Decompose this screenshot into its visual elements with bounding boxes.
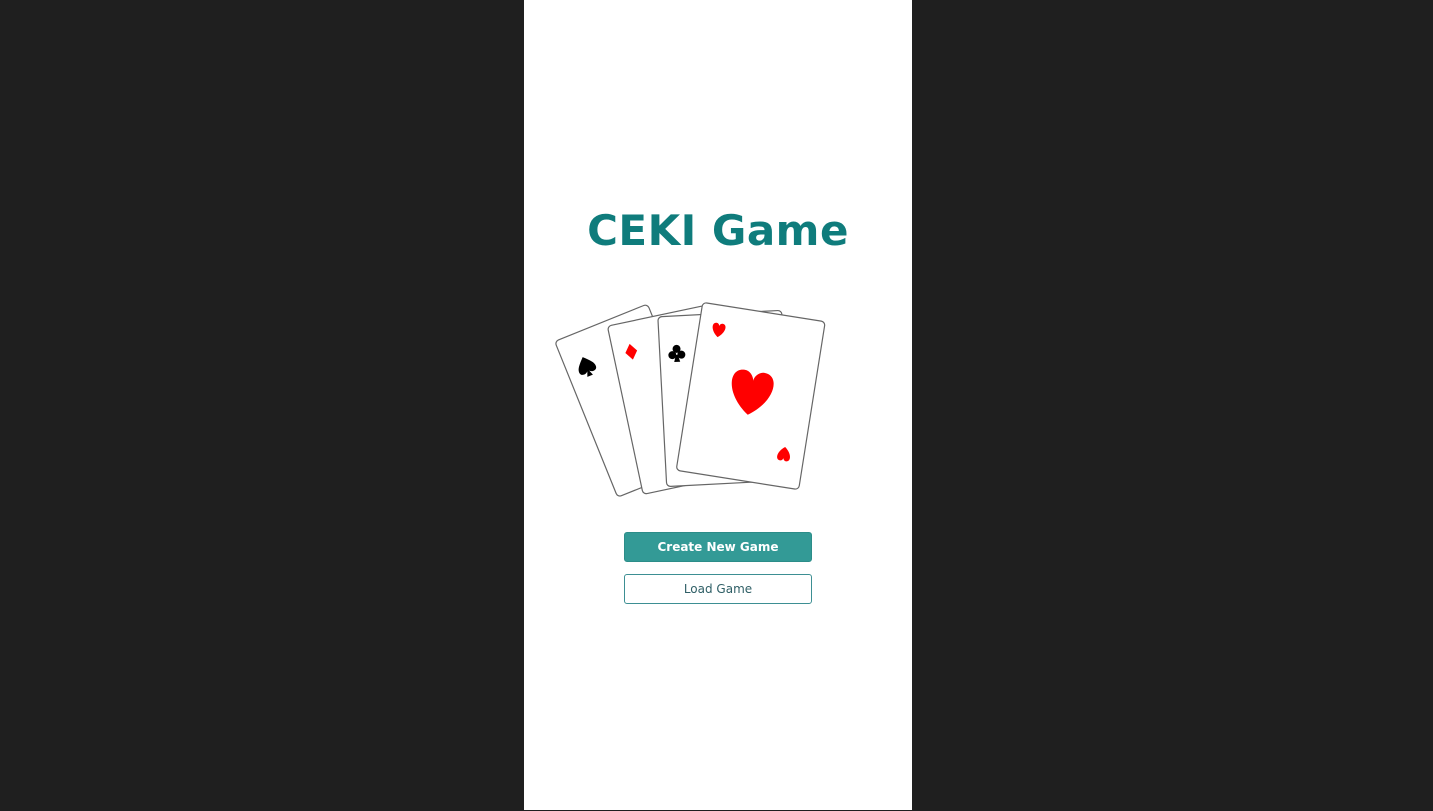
playing-cards-icon (555, 302, 826, 497)
app-panel: CEKI Game Create New Game Load Game (524, 0, 912, 810)
page-title: CEKI Game (587, 206, 849, 255)
load-game-button[interactable]: Load Game (624, 574, 812, 604)
create-new-game-button[interactable]: Create New Game (624, 532, 812, 562)
card-heart (676, 302, 826, 490)
